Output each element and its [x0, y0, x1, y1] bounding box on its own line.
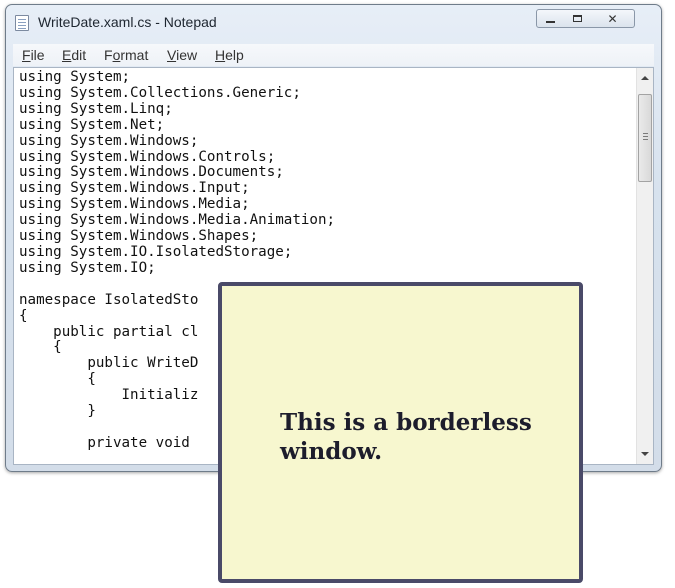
grip-line — [643, 139, 648, 140]
maximize-icon — [573, 15, 582, 22]
menu-view-label: iew — [176, 47, 198, 63]
menu-view-mnemonic: V — [167, 47, 177, 63]
menu-help-mnemonic: H — [215, 47, 226, 63]
close-button[interactable]: ✕ — [591, 9, 635, 28]
menu-format[interactable]: Format — [104, 47, 148, 63]
menu-help[interactable]: Help — [215, 47, 244, 63]
menu-file[interactable]: File — [22, 47, 45, 63]
maximize-button[interactable] — [564, 9, 592, 28]
menu-format-label: rmat — [120, 47, 149, 63]
menu-help-label: elp — [225, 47, 244, 63]
scroll-up-arrow-icon[interactable] — [641, 76, 649, 80]
grip-line — [643, 133, 648, 134]
window-title: WriteDate.xaml.cs - Notepad — [38, 14, 217, 30]
close-icon: ✕ — [607, 11, 618, 26]
notepad-app-icon[interactable] — [15, 15, 29, 31]
menu-bar: File Edit Format View Help — [13, 44, 654, 66]
scrollbar-thumb[interactable] — [638, 94, 652, 182]
menu-file-label: ile — [30, 47, 45, 63]
minimize-button[interactable] — [536, 9, 565, 28]
scroll-down-arrow-icon[interactable] — [641, 452, 649, 456]
borderless-window-message: This is a borderless window. — [280, 409, 532, 465]
menu-view[interactable]: View — [167, 47, 197, 63]
menu-file-mnemonic: F — [22, 47, 31, 63]
menu-edit-label: dit — [71, 47, 87, 63]
grip-line — [643, 136, 648, 137]
menu-format-prefix: F — [104, 47, 113, 63]
title-bar[interactable]: WriteDate.xaml.cs - Notepad ✕ — [6, 5, 661, 41]
vertical-scrollbar[interactable] — [636, 68, 653, 464]
borderless-window[interactable]: This is a borderless window. — [218, 282, 583, 583]
menu-edit-mnemonic: E — [62, 47, 72, 63]
menu-edit[interactable]: Edit — [62, 47, 86, 63]
minimize-icon — [546, 20, 555, 23]
